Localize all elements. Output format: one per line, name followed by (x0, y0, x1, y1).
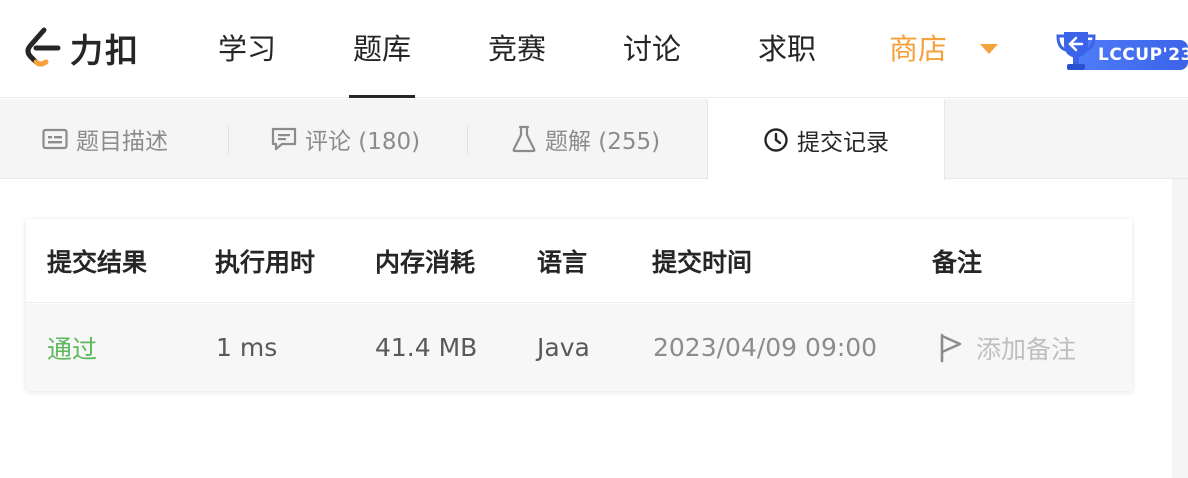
header-time: 提交时间 (652, 247, 753, 277)
tab-divider (467, 125, 468, 155)
tab-divider (228, 125, 229, 155)
problem-tabbar: 题目描述 评论 (180) 题解 (255) 提交记录 (0, 99, 1188, 180)
header-status: 提交结果 (47, 247, 148, 277)
nav-store[interactable]: 商店 (889, 26, 947, 72)
tab-submissions-label: 提交记录 (797, 129, 889, 156)
header-note: 备注 (932, 247, 983, 277)
comment-icon (271, 126, 297, 152)
nav-problemset[interactable]: 题库 (348, 26, 416, 98)
nav-discuss[interactable]: 讨论 (623, 26, 681, 72)
header-runtime: 执行用时 (215, 247, 316, 277)
nav-learn[interactable]: 学习 (218, 26, 276, 72)
description-icon (42, 128, 68, 150)
runtime-value: 1 ms (216, 333, 278, 362)
clock-icon (763, 127, 789, 153)
tab-solutions-label: 题解 (255) (545, 129, 661, 155)
lccup-banner[interactable]: LCCUP'23 (1054, 28, 1188, 72)
scroll-gutter (1172, 179, 1188, 478)
tab-comments[interactable]: 评论 (180) (271, 99, 420, 179)
leetcode-logo[interactable]: 力扣 (22, 24, 140, 72)
top-navbar: 力扣 学习 题库 竞赛 讨论 求职 商店 LCCUP'23 (0, 0, 1188, 98)
nav-jobs[interactable]: 求职 (758, 26, 816, 72)
tab-submissions[interactable]: 提交记录 (707, 99, 945, 180)
brand-name: 力扣 (70, 31, 140, 70)
tab-comments-label: 评论 (180) (305, 129, 421, 155)
table-header: 提交结果 执行用时 内存消耗 语言 提交时间 备注 (26, 219, 1132, 303)
language-value: Java (537, 333, 590, 362)
header-memory: 内存消耗 (375, 247, 476, 277)
trophy-icon (1056, 32, 1096, 70)
submit-time-value: 2023/04/09 09:00 (653, 333, 878, 362)
status-accepted-link[interactable]: 通过 (47, 304, 97, 391)
table-row[interactable]: 通过 1 ms 41.4 MB Java 2023/04/09 09:00 添加… (26, 304, 1132, 391)
memory-value: 41.4 MB (375, 333, 478, 362)
tab-solutions[interactable]: 题解 (255) (511, 99, 660, 179)
add-note-button[interactable]: 添加备注 (938, 304, 1076, 391)
nav-contest[interactable]: 竞赛 (488, 26, 546, 72)
tab-description[interactable]: 题目描述 (42, 99, 168, 179)
flag-icon (938, 333, 964, 363)
leetcode-logo-icon (25, 27, 61, 67)
tab-description-label: 题目描述 (76, 129, 168, 155)
add-note-label: 添加备注 (976, 334, 1077, 364)
flask-icon (511, 125, 537, 153)
chevron-down-icon[interactable] (980, 44, 998, 54)
header-language: 语言 (537, 247, 588, 277)
submissions-table: 提交结果 执行用时 内存消耗 语言 提交时间 备注 通过 1 ms 41.4 M… (26, 219, 1132, 391)
